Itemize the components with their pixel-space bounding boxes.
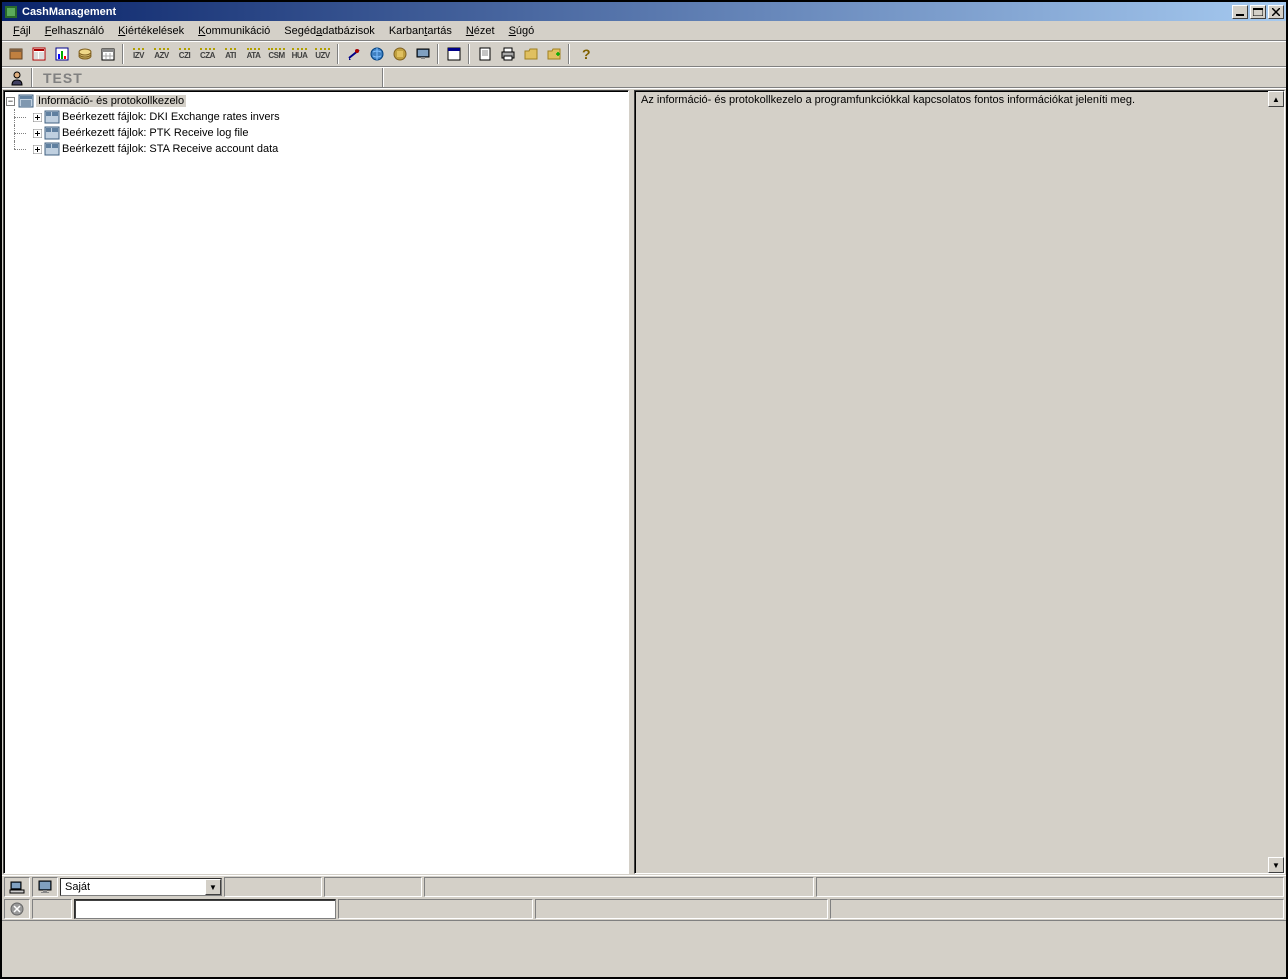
file-icon [44,126,60,140]
bottom-bar [2,920,1286,948]
tree-item-label: Beérkezett fájlok: PTK Receive log file [62,127,248,139]
tree-item[interactable]: Beérkezett fájlok: STA Receive account d… [10,141,628,157]
menu-segedadatbazisok[interactable]: Segédadatbázisok [277,23,382,39]
toolbar-btn-money[interactable] [73,43,96,65]
app-title: CashManagement [22,6,1232,18]
menu-kiertekelesek[interactable]: Kiértékelések [111,23,191,39]
menu-nezet[interactable]: Nézet [459,23,502,39]
status-area: Saját ▼ [2,875,1286,920]
toolbar-btn-csm[interactable]: CSM [265,43,288,65]
menu-felhasznalo[interactable]: Felhasználó [38,23,111,39]
toolbar-btn-help[interactable]: ? [573,43,596,65]
tree-item[interactable]: Beérkezett fájlok: DKI Exchange rates in… [10,109,628,125]
tree-root[interactable]: − Információ- és protokollkezelo [6,93,628,109]
infobar: TEST [2,67,1286,88]
status-cell-1 [224,877,322,897]
status-stop-icon[interactable] [4,899,30,919]
toolbar-btn-azv[interactable]: AZV [150,43,173,65]
toolbar-btn-sign[interactable] [342,43,365,65]
menu-kommunikacio[interactable]: Kommunikáció [191,23,277,39]
toolbar-btn-globe1[interactable] [365,43,388,65]
main-area: − Információ- és protokollkezelo Beérkez… [2,88,1286,875]
menu-karbantartas[interactable]: Karbantartás [382,23,459,39]
toolbar-btn-czi[interactable]: CZI [173,43,196,65]
menu-fajl[interactable]: Fájl [6,23,38,39]
toolbar-btn-folder1[interactable] [519,43,542,65]
app-icon [4,5,18,19]
status-cell-5 [338,899,533,919]
tree-item[interactable]: Beérkezett fájlok: PTK Receive log file [10,125,628,141]
status-cell-3 [424,877,814,897]
scroll-up-button[interactable]: ▲ [1268,91,1284,107]
toolbar-btn-1[interactable] [4,43,27,65]
tree-item-label: Beérkezett fájlok: DKI Exchange rates in… [62,111,280,123]
status-cell-4 [816,877,1284,897]
toolbar-btn-izv[interactable]: IZV [127,43,150,65]
status-cell-small [32,899,72,919]
tree-item-label: Beérkezett fájlok: STA Receive account d… [62,143,278,155]
tree-collapse-icon[interactable]: − [6,97,15,106]
toolbar-btn-folder2[interactable] [542,43,565,65]
scroll-down-button[interactable]: ▼ [1268,857,1284,873]
maximize-button[interactable] [1250,5,1266,19]
file-icon [44,142,60,156]
status-cell-2 [324,877,422,897]
toolbar-btn-cza[interactable]: CZA [196,43,219,65]
info-text: Az információ- és protokollkezelo a prog… [635,91,1268,873]
toolbar-btn-monitor[interactable] [411,43,434,65]
file-icon [44,110,60,124]
menu-sugo[interactable]: Súgó [502,23,542,39]
toolbar-btn-ati[interactable]: ATI [219,43,242,65]
tree-root-label: Információ- és protokollkezelo [36,95,186,107]
toolbar-btn-print[interactable] [496,43,519,65]
toolbar-btn-chart[interactable] [50,43,73,65]
minimize-button[interactable] [1232,5,1248,19]
combo-dropdown-button[interactable]: ▼ [205,879,221,895]
status-combo[interactable]: Saját ▼ [60,877,222,897]
toolbar-btn-doc[interactable] [473,43,496,65]
svg-text:?: ? [582,46,591,62]
scrollbar[interactable]: ▲ ▼ [1268,91,1284,873]
status-cell-7 [830,899,1284,919]
titlebar: CashManagement [2,2,1286,21]
menubar: Fájl Felhasználó Kiértékelések Kommuniká… [2,21,1286,41]
status-icon-monitor[interactable] [32,877,58,897]
protocol-icon [18,94,34,108]
status-cell-6 [535,899,828,919]
tree-panel: − Információ- és protokollkezelo Beérkez… [3,90,629,874]
toolbar: IZV AZV CZI CZA ATI ATA CSM HUA UZV ? [2,41,1286,67]
toolbar-btn-window[interactable] [442,43,465,65]
infobar-text: TEST [33,68,383,87]
toolbar-btn-2[interactable] [27,43,50,65]
toolbar-btn-uzv[interactable]: UZV [311,43,334,65]
status-input-1[interactable] [74,899,336,919]
toolbar-btn-globe2[interactable] [388,43,411,65]
close-button[interactable] [1268,5,1284,19]
status-icon-computer[interactable] [4,877,30,897]
toolbar-btn-calendar[interactable] [96,43,119,65]
toolbar-btn-hua[interactable]: HUA [288,43,311,65]
toolbar-btn-ata[interactable]: ATA [242,43,265,65]
scroll-track[interactable] [1268,107,1284,857]
info-panel: Az információ- és protokollkezelo a prog… [634,90,1285,874]
infobar-user-icon [2,68,32,87]
combo-value: Saját [61,881,205,893]
